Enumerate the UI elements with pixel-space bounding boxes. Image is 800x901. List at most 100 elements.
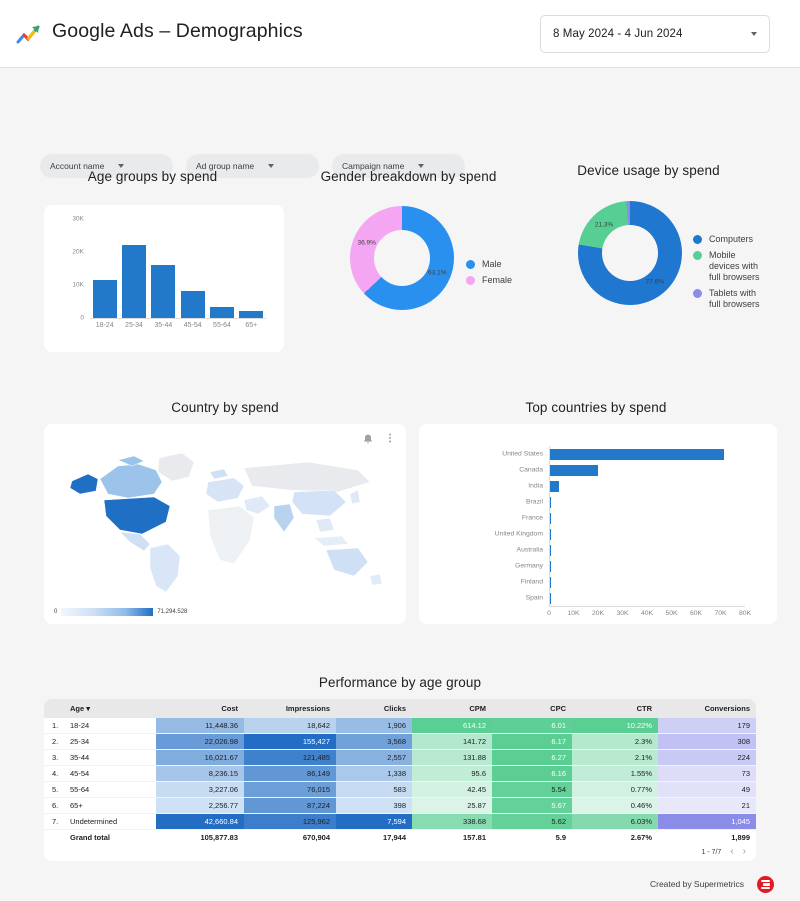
table-row[interactable]: 3.35-4416,021.67121,4852,557131.886.272.… bbox=[44, 750, 756, 766]
header: Google Ads – Demographics 8 May 2024 - 4… bbox=[0, 0, 800, 68]
chevron-down-icon bbox=[418, 164, 424, 168]
slice-value-label: 21.3% bbox=[595, 221, 613, 228]
bar[interactable] bbox=[210, 307, 234, 318]
table-cell: 7,594 bbox=[336, 814, 412, 830]
table-cell: 398 bbox=[336, 798, 412, 814]
legend-item[interactable]: Female bbox=[466, 275, 512, 286]
performance-table-card[interactable]: Age ▾CostImpressionsClicksCPMCPCCTRConve… bbox=[44, 699, 756, 861]
table-cell: 16,021.67 bbox=[156, 750, 244, 766]
table-header-cell[interactable]: CTR bbox=[572, 699, 658, 718]
gender-legend: Male Female bbox=[466, 259, 512, 291]
age-groups-chart-card[interactable]: 010K20K30K18-2425-3435-4445-5455-6465+ bbox=[44, 205, 284, 352]
prev-page-button[interactable]: ‹ bbox=[730, 847, 733, 857]
table-cell: 2.3% bbox=[572, 734, 658, 750]
table-total-cell: 2.67% bbox=[572, 830, 658, 846]
legend-color-dot bbox=[693, 251, 702, 260]
table-row[interactable]: 6.65+2,256.7787,22439825.875.670.46%215% bbox=[44, 798, 756, 814]
table-row[interactable]: 7.Undetermined42,660.84125,9627,594338.6… bbox=[44, 814, 756, 830]
row-index: 2. bbox=[44, 734, 64, 750]
table-header-cell[interactable]: CPC bbox=[492, 699, 572, 718]
category-label: United States bbox=[429, 451, 543, 458]
bar[interactable] bbox=[181, 291, 205, 318]
legend-item[interactable]: Computers bbox=[693, 234, 765, 245]
slice-value-label: 36.9% bbox=[358, 239, 376, 246]
bar[interactable] bbox=[549, 449, 724, 460]
table-cell: 21 bbox=[658, 798, 756, 814]
table-total-cell: 105,877.83 bbox=[156, 830, 244, 846]
table-cell: 73 bbox=[658, 766, 756, 782]
table-total-cell: 1,899 bbox=[658, 830, 756, 846]
table-header-cell[interactable]: Clicks bbox=[336, 699, 412, 718]
table-body: 1.18-2411,448.3618,6421,906614.126.0110.… bbox=[44, 718, 756, 845]
table-cell: 42,660.84 bbox=[156, 814, 244, 830]
table-total-cell: 5.9 bbox=[492, 830, 572, 846]
legend-label: Tablets with full browsers bbox=[709, 288, 765, 310]
table-row[interactable]: 4.45-548,236.1586,1491,33895.66.161.55%7… bbox=[44, 766, 756, 782]
table-cell: 2,557 bbox=[336, 750, 412, 766]
bar[interactable] bbox=[549, 465, 598, 476]
table-row[interactable]: 2.25-3422,026.98155,4273,568141.726.172.… bbox=[44, 734, 756, 750]
table-header-cell[interactable]: Impressions bbox=[244, 699, 336, 718]
more-vertical-icon[interactable] bbox=[384, 432, 396, 444]
table-cell: 18-24 bbox=[64, 718, 156, 734]
table-header-cell[interactable]: Cost bbox=[156, 699, 244, 718]
row-index: 7. bbox=[44, 814, 64, 830]
table-header-cell[interactable]: Conversions bbox=[658, 699, 756, 718]
table-cell: 141.72 bbox=[412, 734, 492, 750]
bar[interactable] bbox=[93, 280, 117, 318]
x-axis-line bbox=[90, 318, 266, 319]
y-axis-tick: 30K bbox=[72, 216, 84, 223]
table-cell: 179 bbox=[658, 718, 756, 734]
bar[interactable] bbox=[239, 311, 263, 318]
row-index: 4. bbox=[44, 766, 64, 782]
x-axis-tick: 40K bbox=[635, 610, 659, 617]
row-index: 1. bbox=[44, 718, 64, 734]
table-cell: 18,642 bbox=[244, 718, 336, 734]
bell-icon[interactable] bbox=[362, 432, 374, 444]
top-countries-chart-card[interactable]: United StatesCanadaIndiaBrazilFranceUnit… bbox=[419, 424, 777, 624]
map-color-legend: 0 71,294.528 bbox=[54, 608, 187, 616]
bar[interactable] bbox=[122, 245, 146, 318]
table-row[interactable]: 5.55-643,227.0676,01558342.455.540.77%49… bbox=[44, 782, 756, 798]
donut-hole bbox=[602, 225, 658, 281]
table-cell: 125,962 bbox=[244, 814, 336, 830]
table-cell: 49 bbox=[658, 782, 756, 798]
legend-label: Computers bbox=[709, 234, 753, 245]
bar[interactable] bbox=[549, 481, 559, 492]
table-cell: 121,485 bbox=[244, 750, 336, 766]
table-cell: 583 bbox=[336, 782, 412, 798]
date-range-value: 8 May 2024 - 4 Jun 2024 bbox=[553, 28, 683, 40]
table-cell: 11,448.36 bbox=[156, 718, 244, 734]
table-cell: 0.46% bbox=[572, 798, 658, 814]
table-header-cell[interactable]: Age ▾ bbox=[64, 699, 156, 718]
table-header-cell[interactable]: CPM bbox=[412, 699, 492, 718]
bar[interactable] bbox=[151, 265, 175, 318]
table-cell: 1.55% bbox=[572, 766, 658, 782]
country-map-card[interactable]: 0 71,294.528 bbox=[44, 424, 406, 624]
chevron-down-icon bbox=[268, 164, 274, 168]
date-range-picker[interactable]: 8 May 2024 - 4 Jun 2024 bbox=[540, 15, 770, 53]
table-cell: 2.1% bbox=[572, 750, 658, 766]
table-header-row: Age ▾CostImpressionsClicksCPMCPCCTRConve… bbox=[44, 699, 756, 718]
table-cell: 5.54 bbox=[492, 782, 572, 798]
next-page-button[interactable]: › bbox=[743, 847, 746, 857]
page-title: Google Ads – Demographics bbox=[52, 20, 303, 43]
x-axis-tick: 0 bbox=[537, 610, 561, 617]
table-cell: 131.88 bbox=[412, 750, 492, 766]
device-donut-chart[interactable]: 77.6%21.3% bbox=[578, 201, 682, 305]
gender-donut-chart[interactable]: 63.1%36.9% bbox=[350, 206, 454, 310]
table-total-cell: 157.81 bbox=[412, 830, 492, 846]
table-row[interactable]: 1.18-2411,448.3618,6421,906614.126.0110.… bbox=[44, 718, 756, 734]
legend-item[interactable]: Tablets with full browsers bbox=[693, 288, 765, 310]
table-cell: 2,256.77 bbox=[156, 798, 244, 814]
table-total-cell: 670,904 bbox=[244, 830, 336, 846]
table-cell: 5.62 bbox=[492, 814, 572, 830]
pagination-range: 1 - 7/7 bbox=[701, 849, 721, 856]
legend-item[interactable]: Male bbox=[466, 259, 512, 270]
legend-label: Mobile devices with full browsers bbox=[709, 250, 765, 283]
x-axis-tick: 10K bbox=[562, 610, 586, 617]
table-cell: 22,026.98 bbox=[156, 734, 244, 750]
age-groups-chart-title: Age groups by spend bbox=[44, 169, 261, 184]
age-groups-plot: 010K20K30K18-2425-3435-4445-5455-6465+ bbox=[90, 219, 266, 318]
legend-item[interactable]: Mobile devices with full browsers bbox=[693, 250, 765, 283]
